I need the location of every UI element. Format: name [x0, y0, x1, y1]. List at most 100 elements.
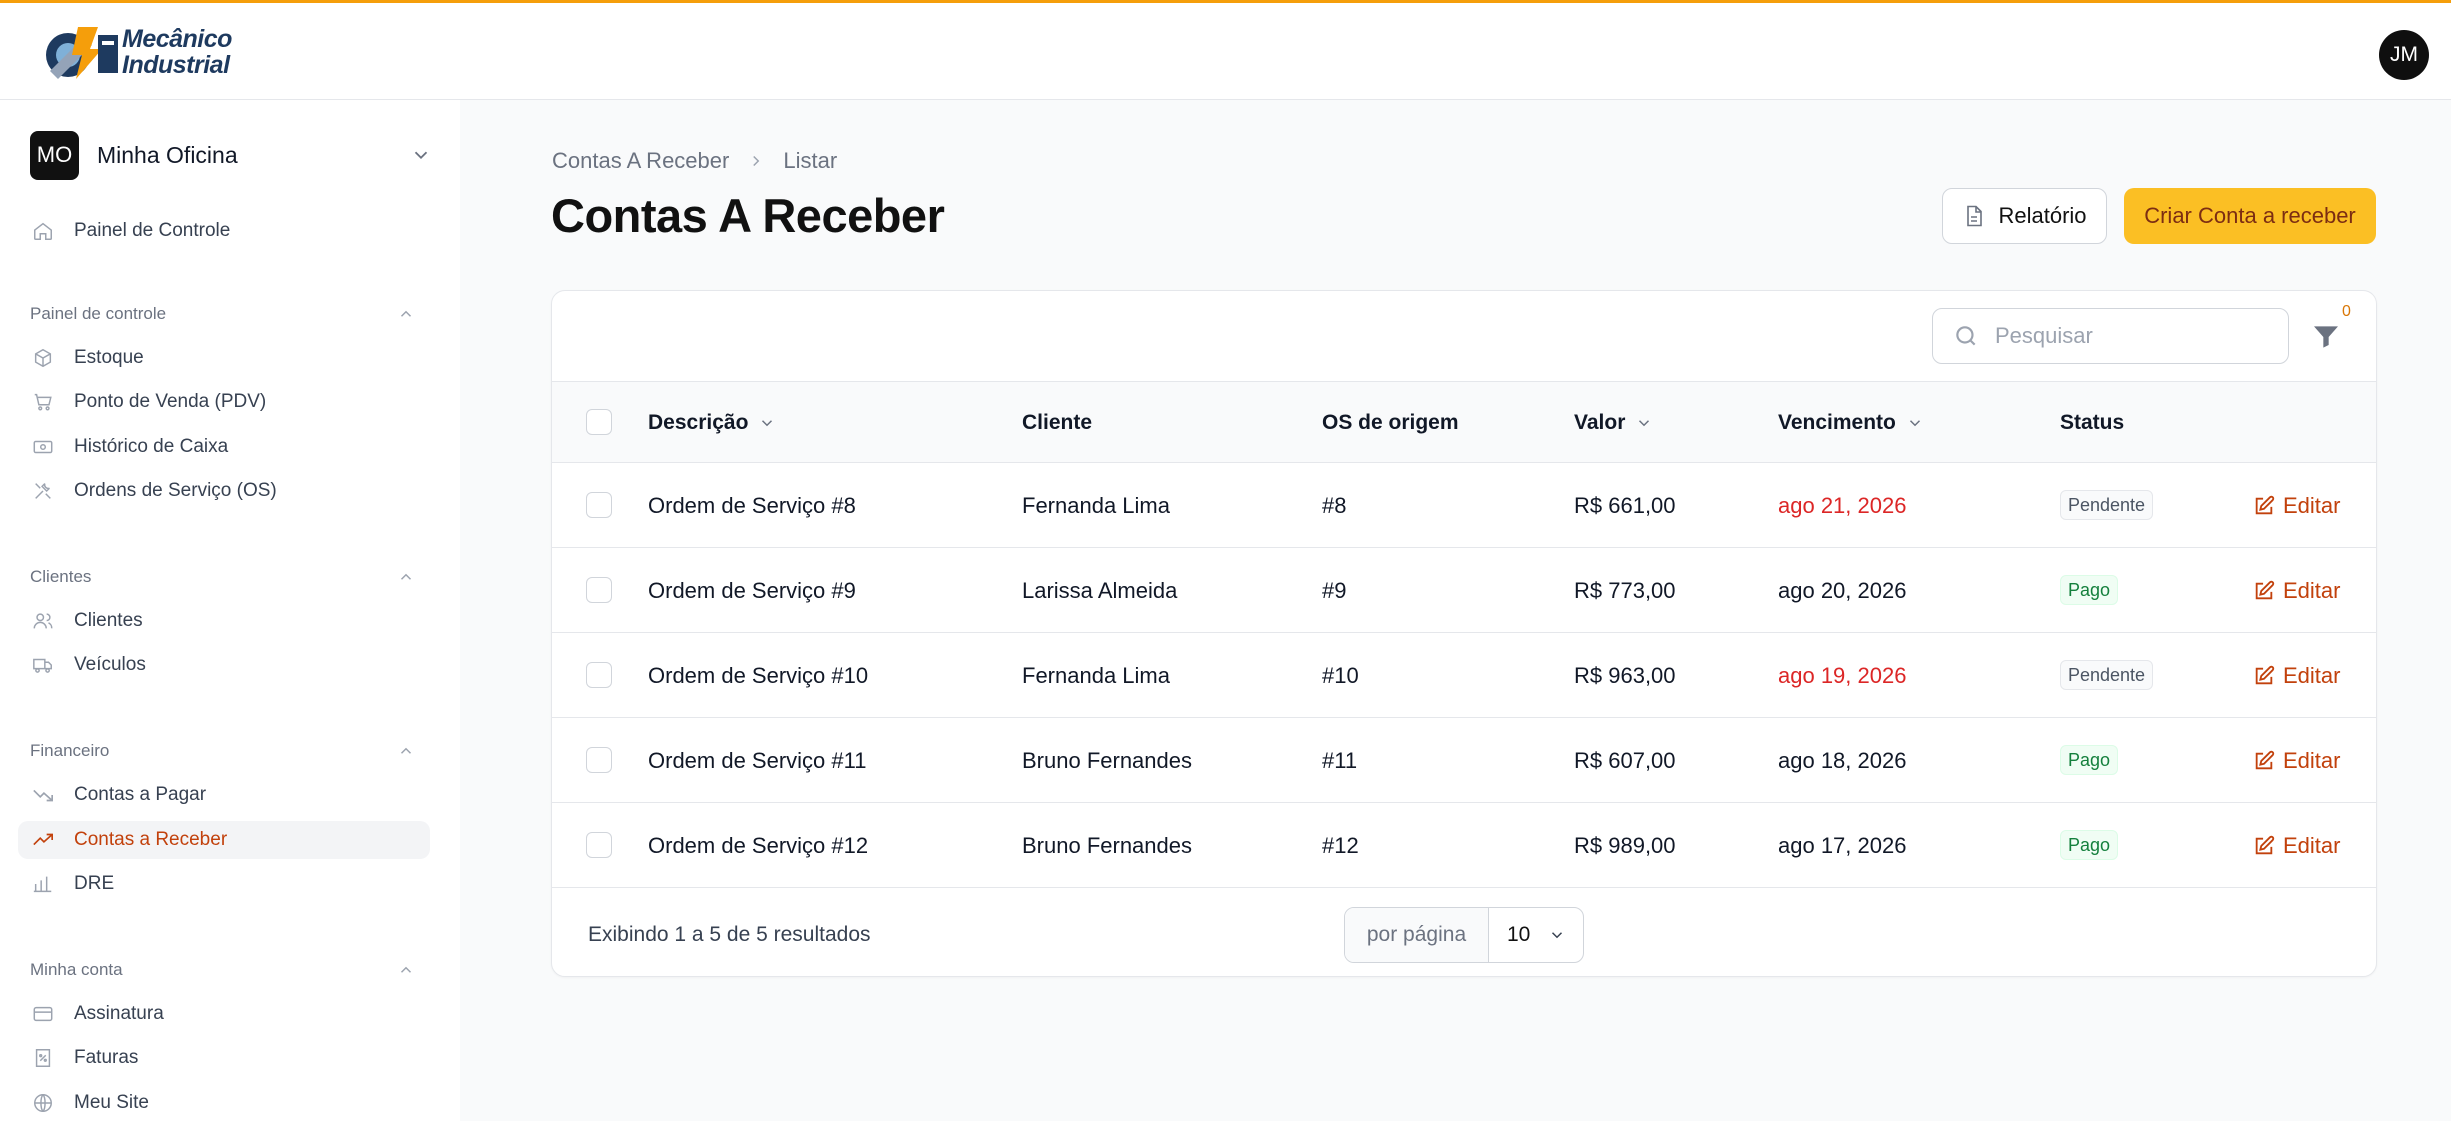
status-badge: Pendente [2060, 660, 2154, 690]
user-avatar[interactable]: JM [2379, 30, 2429, 80]
edit-icon [2255, 835, 2275, 854]
row-checkbox[interactable] [586, 492, 612, 518]
sidebar-item-contas-a-pagar[interactable]: Contas a Pagar [18, 776, 430, 814]
chevron-down-icon [1909, 419, 1920, 426]
status-badge: Pago [2060, 830, 2119, 860]
sidebar-item-label: Ponto de Venda (PDV) [74, 391, 267, 412]
cell-vencimento: ago 20, 2026 [1778, 577, 1907, 603]
column-header-descricao[interactable]: Descrição [648, 382, 776, 463]
row-checkbox[interactable] [586, 662, 612, 688]
sidebar-group-minha-conta[interactable]: Minha conta [30, 960, 415, 980]
box-icon [34, 348, 52, 368]
brand-line-1: Mecânico [122, 25, 232, 53]
per-page-value[interactable]: 10 [1489, 908, 1583, 962]
cell-vencimento: ago 17, 2026 [1778, 832, 1907, 858]
sidebar-item-label: Histórico de Caixa [74, 436, 229, 457]
column-label: Descrição [648, 410, 749, 434]
sidebar-item-label: Clientes [74, 610, 143, 631]
sidebar-item-faturas[interactable]: Faturas [18, 1039, 430, 1077]
per-page-value-text: 10 [1507, 923, 1531, 946]
chevron-up-icon [400, 966, 412, 973]
edit-icon [2255, 495, 2275, 514]
table-footer: Exibindo 1 a 5 de 5 resultados por págin… [552, 891, 2376, 976]
sidebar-item-contas-a-receber[interactable]: Contas a Receber [18, 821, 430, 859]
trending-down-icon [33, 789, 53, 802]
column-label: Cliente [1022, 410, 1093, 434]
report-button-label: Relatório [1998, 203, 2087, 228]
table-row[interactable]: Ordem de Serviço #12 Bruno Fernandes #12… [552, 803, 2376, 888]
row-checkbox[interactable] [586, 747, 612, 773]
search-input[interactable] [1995, 323, 2275, 349]
table-row[interactable]: Ordem de Serviço #8 Fernanda Lima #8 R$ … [552, 463, 2376, 548]
edit-icon [2255, 750, 2275, 769]
table-toolbar: 0 [552, 291, 2376, 382]
chevron-up-icon [400, 573, 412, 580]
per-page-select[interactable]: por página 10 [1344, 907, 1584, 963]
status-badge: Pago [2060, 575, 2119, 605]
sidebar-item-label: Veículos [74, 654, 146, 675]
tenant-name: Minha Oficina [97, 141, 238, 168]
breadcrumb-current: Listar [783, 148, 838, 173]
select-all-checkbox[interactable] [586, 409, 612, 435]
chevron-up-icon [400, 747, 412, 754]
tenant-avatar: MO [30, 130, 79, 180]
edit-label: Editar [2283, 832, 2341, 858]
table-row[interactable]: Ordem de Serviço #11 Bruno Fernandes #11… [552, 718, 2376, 803]
edit-button[interactable]: Editar [2253, 548, 2340, 633]
edit-button[interactable]: Editar [2253, 718, 2340, 803]
column-header-vencimento[interactable]: Vencimento [1778, 382, 1924, 463]
sidebar-group-label: Painel de controle [30, 304, 167, 323]
column-header-os-de-origem: OS de origem [1322, 382, 1459, 463]
sidebar-group-painel-de-controle[interactable]: Painel de controle [30, 304, 415, 324]
cell-cliente: Bruno Fernandes [1022, 832, 1192, 858]
sidebar-item-veiculos[interactable]: Veículos [18, 646, 430, 684]
chevron-down-icon [762, 419, 773, 426]
sidebar-group-financeiro[interactable]: Financeiro [30, 741, 415, 761]
edit-button[interactable]: Editar [2253, 463, 2340, 548]
sidebar-item-pdv[interactable]: Ponto de Venda (PDV) [18, 383, 430, 421]
sidebar-item-ordens-de-servico[interactable]: Ordens de Serviço (OS) [18, 472, 430, 510]
sidebar-group-clientes[interactable]: Clientes [30, 567, 415, 587]
column-label: Valor [1574, 410, 1626, 434]
sidebar-item-estoque[interactable]: Estoque [18, 339, 430, 377]
edit-button[interactable]: Editar [2253, 633, 2340, 718]
sidebar-group-label: Clientes [30, 567, 92, 586]
sidebar-item-assinatura[interactable]: Assinatura [18, 995, 430, 1033]
chevron-up-icon [400, 310, 412, 317]
edit-button[interactable]: Editar [2253, 803, 2340, 888]
row-checkbox[interactable] [586, 577, 612, 603]
sidebar-item-painel-de-controle[interactable]: Painel de Controle [18, 212, 430, 250]
report-button[interactable]: Relatório [1942, 188, 2107, 244]
page-title: Contas A Receber [551, 189, 945, 242]
search-box[interactable] [1932, 308, 2289, 364]
cell-os: #11 [1322, 747, 1358, 773]
create-receivable-button[interactable]: Criar Conta a receber [2124, 188, 2376, 244]
table-row[interactable]: Ordem de Serviço #9 Larissa Almeida #9 R… [552, 548, 2376, 633]
shopping-cart-icon [34, 393, 52, 411]
row-checkbox[interactable] [586, 832, 612, 858]
cell-os: #12 [1322, 832, 1359, 858]
sidebar-item-historico-de-caixa[interactable]: Histórico de Caixa [18, 428, 430, 466]
sidebar-item-dre[interactable]: DRE [18, 865, 430, 903]
sidebar-item-clientes[interactable]: Clientes [18, 602, 430, 640]
cell-cliente: Larissa Almeida [1022, 577, 1178, 603]
trending-up-icon [33, 833, 53, 846]
tenant-switcher[interactable]: MO Minha Oficina [30, 130, 440, 180]
sidebar-item-label: Estoque [74, 347, 144, 368]
filter-icon[interactable] [2310, 321, 2342, 353]
breadcrumb-parent-link[interactable]: Contas A Receber [552, 148, 729, 174]
edit-icon [2255, 665, 2275, 684]
table-row[interactable]: Ordem de Serviço #10 Fernanda Lima #10 R… [552, 633, 2376, 718]
chevron-right-icon [753, 155, 760, 167]
sidebar-group-label: Financeiro [30, 741, 110, 760]
sidebar-item-label: Assinatura [74, 1003, 164, 1024]
cell-descricao: Ordem de Serviço #9 [648, 577, 856, 603]
edit-label: Editar [2283, 492, 2341, 518]
tools-icon [35, 483, 51, 499]
search-icon [1956, 326, 1976, 346]
globe-icon [34, 1094, 52, 1112]
chevron-down-icon [1639, 419, 1650, 426]
brand-logo[interactable]: Mecânico Industrial [36, 21, 232, 83]
column-header-valor[interactable]: Valor [1574, 382, 1653, 463]
sidebar-item-meu-site[interactable]: Meu Site [18, 1084, 430, 1121]
